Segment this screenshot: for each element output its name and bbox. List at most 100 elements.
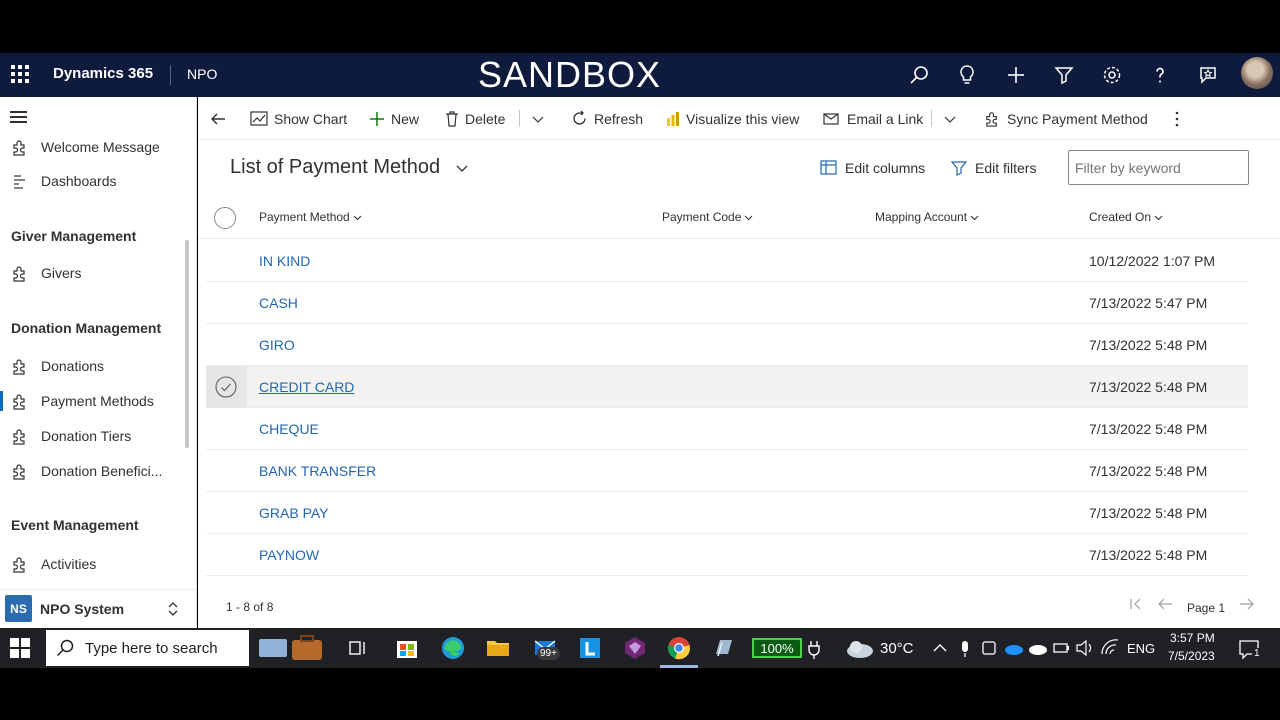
created-on-cell: 7/13/2022 5:48 PM <box>1089 379 1208 395</box>
select-all-checkbox[interactable] <box>214 207 236 229</box>
edit-columns-button[interactable]: Edit columns <box>820 157 925 179</box>
column-header-mapping-account[interactable]: Mapping Account <box>875 210 979 224</box>
table-row[interactable]: CHEQUE 7/13/2022 5:48 PM <box>206 408 1248 450</box>
weather-cloud-icon[interactable] <box>844 634 876 662</box>
table-row[interactable]: CASH 7/13/2022 5:47 PM <box>206 282 1248 324</box>
first-page-icon[interactable] <box>1129 597 1143 611</box>
plus-icon[interactable] <box>1004 63 1028 87</box>
wifi-icon[interactable] <box>1100 634 1120 662</box>
chrome-icon[interactable] <box>665 634 693 662</box>
settings-gear-icon[interactable] <box>1100 63 1124 87</box>
payment-method-link[interactable]: PAYNOW <box>259 547 319 563</box>
table-row-selected[interactable]: CREDIT CARD 7/13/2022 5:48 PM <box>206 366 1248 408</box>
email-link-more-dropdown[interactable] <box>944 97 962 140</box>
table-row[interactable]: GIRO 7/13/2022 5:48 PM <box>206 324 1248 366</box>
back-button[interactable] <box>210 97 232 140</box>
column-header-created-on[interactable]: Created On <box>1089 210 1163 224</box>
weather-temperature[interactable]: 30°C <box>880 640 914 657</box>
sidebar-item-dashboards[interactable]: Dashboards <box>0 165 180 197</box>
app-launcher-icon[interactable] <box>10 64 30 84</box>
filter-icon[interactable] <box>1052 63 1076 87</box>
search-icon[interactable] <box>907 63 931 87</box>
sidebar-item-donation-tiers[interactable]: Donation Tiers <box>0 420 180 452</box>
row-select-area[interactable] <box>206 324 247 365</box>
delete-button[interactable]: Delete <box>445 97 505 140</box>
battery-indicator[interactable]: 100% <box>752 638 802 658</box>
payment-method-link[interactable]: CHEQUE <box>259 421 319 437</box>
table-row[interactable]: IN KIND 10/12/2022 1:07 PM <box>206 240 1248 282</box>
row-select-area[interactable] <box>206 534 247 575</box>
payment-method-link[interactable]: IN KIND <box>259 253 310 269</box>
next-page-icon[interactable] <box>1239 597 1255 611</box>
input-language[interactable]: ENG <box>1127 641 1155 656</box>
area-switcher[interactable]: NS NPO System <box>0 589 196 628</box>
lightbulb-icon[interactable] <box>955 63 979 87</box>
power-apps-icon[interactable] <box>621 634 649 662</box>
chevron-down-icon <box>1154 215 1163 220</box>
payment-method-link[interactable]: GRAB PAY <box>259 505 329 521</box>
sidebar-item-activities[interactable]: Activities <box>0 548 180 580</box>
hamburger-menu-icon[interactable] <box>10 111 27 123</box>
sidebar-item-welcome-message[interactable]: Welcome Message <box>0 131 180 163</box>
visualize-view-button[interactable]: Visualize this view <box>666 97 799 140</box>
refresh-button[interactable]: Refresh <box>571 97 643 140</box>
sidebar-item-donation-beneficiaries[interactable]: Donation Benefici... <box>0 455 180 487</box>
column-header-payment-code[interactable]: Payment Code <box>662 210 753 224</box>
new-label: New <box>391 110 420 127</box>
volume-icon[interactable] <box>1075 634 1095 662</box>
microphone-icon[interactable] <box>957 634 973 662</box>
payment-method-link[interactable]: CREDIT CARD <box>259 379 354 395</box>
taskbar-date[interactable]: 7/5/2023 <box>1168 649 1215 663</box>
windows-start-icon[interactable] <box>10 638 30 658</box>
edit-filters-button[interactable]: Edit filters <box>951 157 1036 179</box>
device-icon[interactable] <box>981 634 997 662</box>
payment-method-link[interactable]: BANK TRANSFER <box>259 463 376 479</box>
created-on-cell: 7/13/2022 5:48 PM <box>1089 505 1208 521</box>
table-row[interactable]: BANK TRANSFER 7/13/2022 5:48 PM <box>206 450 1248 492</box>
new-button[interactable]: New <box>369 97 419 140</box>
more-commands-button[interactable] <box>1174 97 1186 140</box>
l-app-icon[interactable] <box>576 634 604 662</box>
sidebar-scrollbar[interactable] <box>185 240 189 448</box>
notes-app-icon[interactable] <box>710 634 738 662</box>
filter-by-keyword-input[interactable] <box>1068 150 1249 185</box>
delete-more-dropdown[interactable] <box>532 97 550 140</box>
previous-page-icon[interactable] <box>1157 597 1173 611</box>
file-explorer-icon[interactable] <box>484 634 512 662</box>
row-checkmark-icon[interactable] <box>215 376 237 398</box>
chevron-up-icon[interactable] <box>932 634 948 662</box>
microsoft-store-icon[interactable] <box>393 634 421 662</box>
payment-method-link[interactable]: GIRO <box>259 337 295 353</box>
help-icon[interactable] <box>1148 63 1172 87</box>
taskbar-search-box[interactable]: Type here to search <box>46 630 249 666</box>
row-select-area[interactable] <box>206 450 247 491</box>
table-row[interactable]: GRAB PAY 7/13/2022 5:48 PM <box>206 492 1248 534</box>
sidebar-item-givers[interactable]: Givers <box>0 257 180 289</box>
battery-icon[interactable] <box>1052 634 1070 662</box>
feedback-icon[interactable] <box>1196 63 1220 87</box>
row-select-area[interactable] <box>206 282 247 323</box>
cloud-icon[interactable] <box>1028 634 1048 662</box>
app-title[interactable]: Dynamics 365 <box>53 65 153 82</box>
email-link-button[interactable]: Email a Link <box>823 97 923 140</box>
column-header-label: Created On <box>1089 210 1152 224</box>
table-row[interactable]: PAYNOW 7/13/2022 5:48 PM <box>206 534 1248 576</box>
edge-browser-icon[interactable] <box>439 634 467 662</box>
sidebar-item-donations[interactable]: Donations <box>0 350 180 382</box>
task-view-icon[interactable] <box>344 634 372 662</box>
onedrive-icon[interactable] <box>1004 634 1024 662</box>
show-chart-button[interactable]: Show Chart <box>250 97 347 140</box>
view-selector-chevron-icon[interactable] <box>455 161 469 175</box>
sidebar-item-payment-methods[interactable]: Payment Methods <box>0 385 180 417</box>
row-select-area[interactable] <box>206 408 247 449</box>
user-avatar[interactable] <box>1241 57 1273 89</box>
search-highlights-icon[interactable] <box>257 634 325 662</box>
row-select-area[interactable] <box>206 492 247 533</box>
view-title[interactable]: List of Payment Method <box>230 156 440 179</box>
row-select-area[interactable] <box>206 240 247 281</box>
app-name[interactable]: NPO <box>187 66 217 82</box>
column-header-payment-method[interactable]: Payment Method <box>259 210 362 224</box>
sync-payment-method-button[interactable]: Sync Payment Method <box>984 97 1148 140</box>
payment-method-link[interactable]: CASH <box>259 295 298 311</box>
taskbar-time[interactable]: 3:57 PM <box>1170 631 1215 645</box>
